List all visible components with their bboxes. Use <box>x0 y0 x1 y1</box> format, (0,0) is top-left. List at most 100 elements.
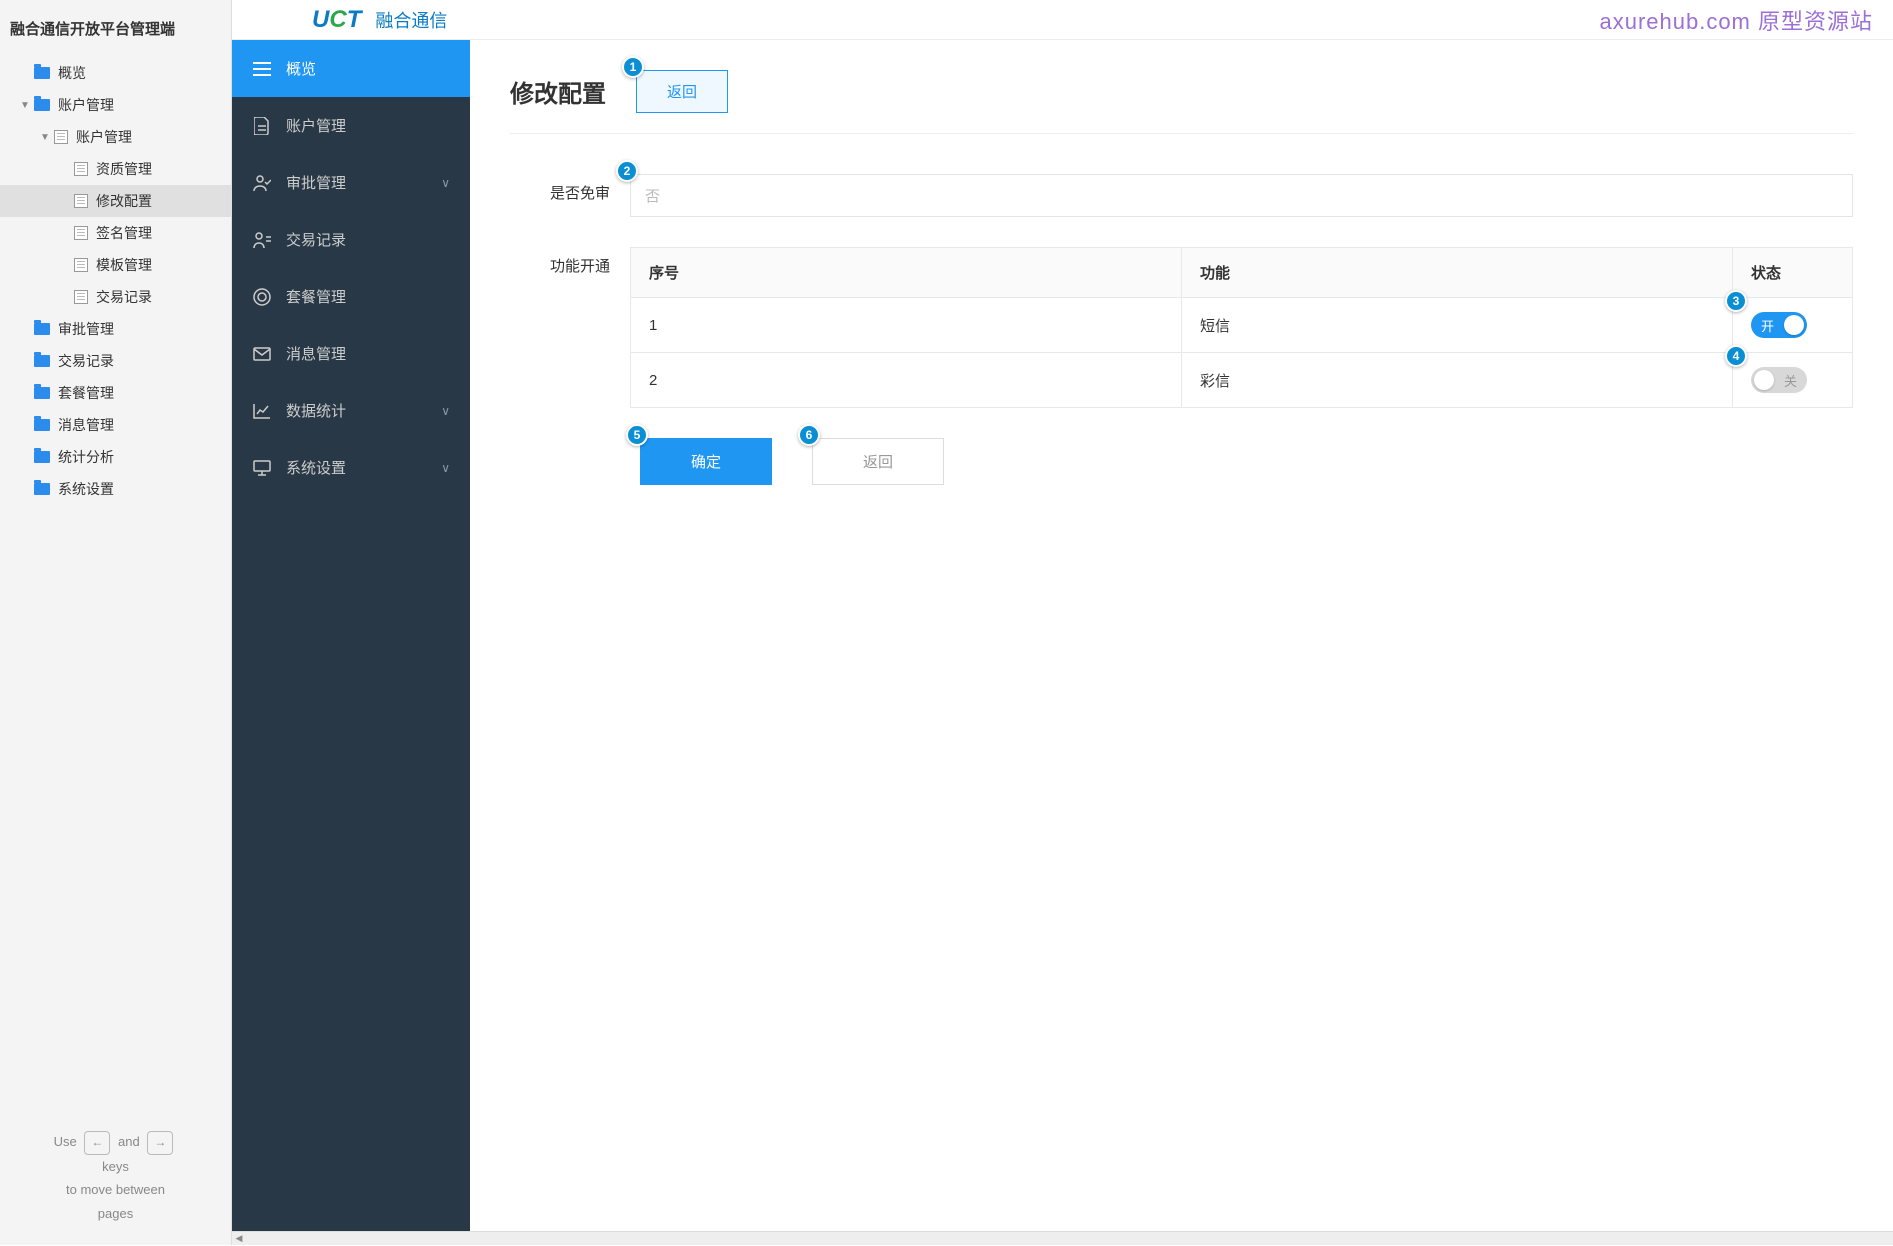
page-icon <box>74 226 88 240</box>
page-icon <box>74 194 88 208</box>
chevron-down-icon: ∨ <box>441 176 450 190</box>
scroll-left-icon[interactable]: ◀ <box>232 1232 246 1246</box>
page-icon <box>74 258 88 272</box>
sidebar-item[interactable]: 审批管理∨ <box>232 154 470 211</box>
tree-item-label: 修改配置 <box>96 191 152 211</box>
page-icon <box>74 162 88 176</box>
sidebar-item-label: 数据统计 <box>286 400 346 421</box>
target-icon <box>252 288 272 306</box>
annotation-badge-6[interactable]: 6 <box>798 424 820 446</box>
tree-folder-item[interactable]: 统计分析 <box>0 441 231 473</box>
tree-item-label: 审批管理 <box>58 319 114 339</box>
tree-page-item[interactable]: 交易记录 <box>0 281 231 313</box>
sidebar-item[interactable]: 概览 <box>232 40 470 97</box>
exempt-select[interactable]: 否 <box>630 174 1853 217</box>
toggle-sms[interactable]: 开 <box>1751 312 1807 338</box>
tree-folder-item[interactable]: 审批管理 <box>0 313 231 345</box>
page-header: 修改配置 1 返回 <box>510 70 1853 134</box>
sidebar-item[interactable]: 数据统计∨ <box>232 382 470 439</box>
toggle-knob <box>1754 370 1774 390</box>
tree-item-label: 系统设置 <box>58 479 114 499</box>
annotation-badge-4[interactable]: 4 <box>1725 345 1747 367</box>
confirm-button[interactable]: 确定 <box>640 438 772 485</box>
sidebar-item[interactable]: 账户管理 <box>232 97 470 154</box>
tree-folder-item[interactable]: ▼账户管理 <box>0 89 231 121</box>
user-check-icon <box>252 174 272 192</box>
tree-folder-item[interactable]: 交易记录 <box>0 345 231 377</box>
right-key-icon: → <box>147 1131 173 1155</box>
keyboard-hint: Use ← and → keys to move between pages <box>0 1110 231 1245</box>
annotation-badge-2[interactable]: 2 <box>616 160 638 182</box>
cancel-button[interactable]: 返回 <box>812 438 944 485</box>
annotation-badge-5[interactable]: 5 <box>626 424 648 446</box>
logo: UCT 融合通信 <box>252 6 447 34</box>
tree-item-label: 账户管理 <box>76 127 132 147</box>
tree-folder-item[interactable]: 套餐管理 <box>0 377 231 409</box>
features-table: 序号 功能 状态 1 短信 3 <box>630 247 1853 408</box>
annotation-badge-3[interactable]: 3 <box>1725 290 1747 312</box>
tree-page-item[interactable]: 签名管理 <box>0 217 231 249</box>
tree-page-item[interactable]: 资质管理 <box>0 153 231 185</box>
app-root: 融合通信开放平台管理端 概览▼账户管理▼账户管理资质管理修改配置签名管理模板管理… <box>0 0 1893 1245</box>
folder-icon <box>34 483 50 495</box>
horizontal-scrollbar[interactable]: ◀ <box>232 1231 1893 1245</box>
tree-page-item[interactable]: 模板管理 <box>0 249 231 281</box>
sidebar-item[interactable]: 交易记录 <box>232 211 470 268</box>
table-row: 2 彩信 4 关 <box>631 353 1853 408</box>
tree-page-item[interactable]: ▼账户管理 <box>0 121 231 153</box>
monitor-icon <box>252 460 272 476</box>
doc-icon <box>252 117 272 135</box>
folder-icon <box>34 323 50 335</box>
prototype-tree-panel: 融合通信开放平台管理端 概览▼账户管理▼账户管理资质管理修改配置签名管理模板管理… <box>0 0 232 1245</box>
sidebar-item-label: 交易记录 <box>286 229 346 250</box>
button-row: 5 确定 6 返回 <box>510 438 1853 485</box>
sidebar-item-label: 账户管理 <box>286 115 346 136</box>
tree-item-label: 模板管理 <box>96 255 152 275</box>
tree-page-item[interactable]: 修改配置 <box>0 185 231 217</box>
main-area: UCT 融合通信 axurehub.com 原型资源站 概览账户管理审批管理∨ 交… <box>232 0 1893 1245</box>
folder-icon <box>34 355 50 367</box>
mail-icon <box>252 347 272 361</box>
cell-seq: 1 <box>631 298 1182 353</box>
logo-mark: UCT <box>312 6 361 34</box>
tree-item-label: 资质管理 <box>96 159 152 179</box>
folder-icon <box>34 451 50 463</box>
sidebar-item[interactable]: 套餐管理 <box>232 268 470 325</box>
table-header-row: 序号 功能 状态 <box>631 248 1853 298</box>
cell-feature: 短信 <box>1182 298 1733 353</box>
features-row: 功能开通 序号 功能 状态 <box>510 247 1853 408</box>
folder-icon <box>34 67 50 79</box>
sidebar-item-label: 系统设置 <box>286 457 346 478</box>
sidebar-item-label: 套餐管理 <box>286 286 346 307</box>
menu-icon <box>252 62 272 76</box>
tree-item-label: 消息管理 <box>58 415 114 435</box>
toggle-knob <box>1784 315 1804 335</box>
page-icon <box>74 290 88 304</box>
tree-folder-item[interactable]: 概览 <box>0 57 231 89</box>
watermark-text: axurehub.com 原型资源站 <box>1599 4 1873 36</box>
page-title: 修改配置 <box>510 74 606 109</box>
page-content: 修改配置 1 返回 是否免审 2 否 功能开通 <box>470 40 1893 1231</box>
back-button[interactable]: 返回 <box>636 70 728 113</box>
col-seq: 序号 <box>631 248 1182 298</box>
content-row: 概览账户管理审批管理∨交易记录套餐管理消息管理数据统计∨系统设置∨ 修改配置 1… <box>232 40 1893 1231</box>
tree-title: 融合通信开放平台管理端 <box>0 0 231 57</box>
tree-folder-item[interactable]: 消息管理 <box>0 409 231 441</box>
annotation-badge-1[interactable]: 1 <box>622 56 644 78</box>
sidebar-item-label: 概览 <box>286 58 316 79</box>
sidebar-item[interactable]: 消息管理 <box>232 325 470 382</box>
tree-item-label: 概览 <box>58 63 86 83</box>
sidebar-item-label: 消息管理 <box>286 343 346 364</box>
logo-subtitle: 融合通信 <box>375 7 447 33</box>
main-sidebar: 概览账户管理审批管理∨交易记录套餐管理消息管理数据统计∨系统设置∨ <box>232 40 470 1231</box>
table-row: 1 短信 3 开 <box>631 298 1853 353</box>
tree-folder-item[interactable]: 系统设置 <box>0 473 231 505</box>
user-list-icon <box>252 231 272 249</box>
left-key-icon: ← <box>84 1131 110 1155</box>
sidebar-item[interactable]: 系统设置∨ <box>232 439 470 496</box>
tree-item-label: 交易记录 <box>58 351 114 371</box>
caret-icon: ▼ <box>20 100 32 111</box>
cell-feature: 彩信 <box>1182 353 1733 408</box>
col-feature: 功能 <box>1182 248 1733 298</box>
toggle-mms[interactable]: 关 <box>1751 367 1807 393</box>
